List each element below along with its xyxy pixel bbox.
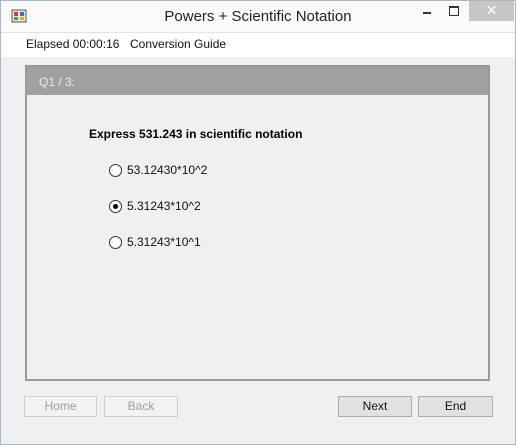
close-icon: ✕ bbox=[485, 3, 498, 19]
title-bar: Powers + Scientific Notation ✕ bbox=[1, 1, 515, 33]
radio-button[interactable] bbox=[109, 164, 122, 177]
question-text: Express 531.243 in scientific notation bbox=[89, 127, 303, 141]
minimize-button[interactable] bbox=[414, 1, 440, 21]
radio-selected-dot bbox=[113, 204, 118, 209]
end-button[interactable]: End bbox=[418, 396, 493, 417]
answer-label[interactable]: 5.31243*10^2 bbox=[127, 199, 201, 213]
quiz-window: Powers + Scientific Notation ✕ Elapsed 0… bbox=[0, 0, 516, 445]
maximize-icon bbox=[449, 6, 459, 16]
answer-label[interactable]: 53.12430*10^2 bbox=[127, 163, 207, 177]
elapsed-timer: Elapsed 00:00:16 bbox=[26, 37, 120, 51]
next-button[interactable]: Next bbox=[338, 396, 412, 417]
back-button[interactable]: Back bbox=[104, 396, 178, 417]
minimize-icon bbox=[423, 12, 431, 14]
menu-conversion-guide[interactable]: Conversion Guide bbox=[130, 37, 226, 51]
maximize-button[interactable] bbox=[441, 1, 467, 21]
question-panel: Q1 / 3: Express 531.243 in scientific no… bbox=[25, 65, 490, 381]
radio-button[interactable] bbox=[109, 200, 122, 213]
radio-button[interactable] bbox=[109, 236, 122, 249]
close-button[interactable]: ✕ bbox=[469, 1, 514, 21]
menu-bar: Elapsed 00:00:16 Conversion Guide bbox=[1, 33, 515, 57]
home-button[interactable]: Home bbox=[24, 396, 97, 417]
answer-label[interactable]: 5.31243*10^1 bbox=[127, 235, 201, 249]
question-counter: Q1 / 3: bbox=[39, 75, 76, 89]
question-header: Q1 / 3: bbox=[27, 67, 488, 95]
